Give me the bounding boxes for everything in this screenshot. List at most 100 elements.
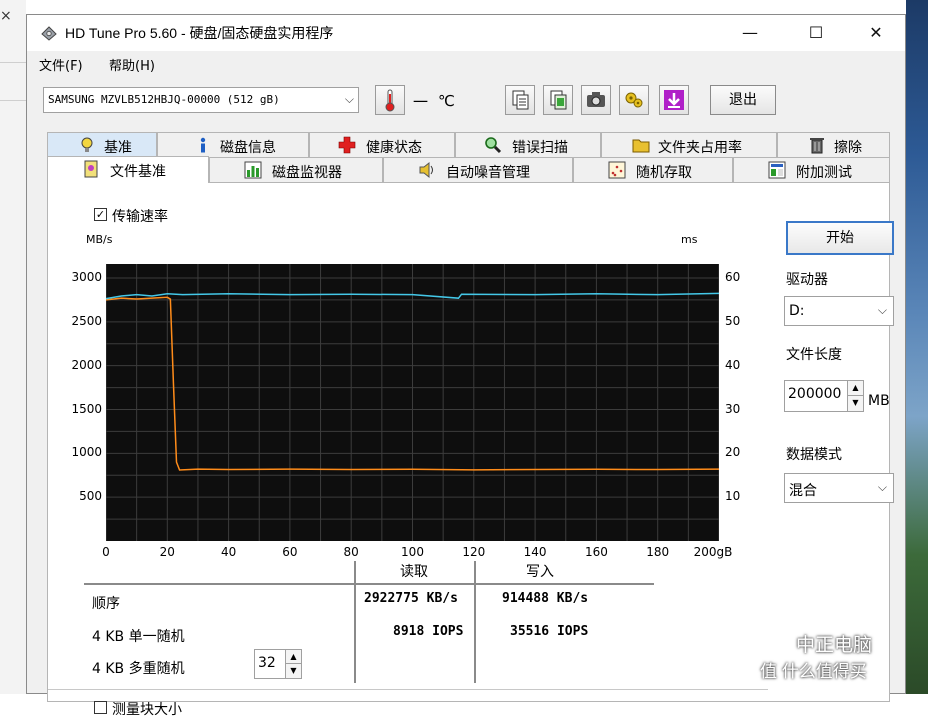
tab-label: 自动噪音管理 xyxy=(446,165,530,181)
svg-text:℃: ℃ xyxy=(438,92,455,109)
tab-label: 磁盘监视器 xyxy=(272,165,342,181)
file-length-label: 文件长度 xyxy=(786,347,842,363)
x-tick-label: 0 xyxy=(102,545,110,559)
4kb-single-read-value: 8918 IOPS xyxy=(393,624,464,639)
chart-svg xyxy=(105,264,720,541)
tab-disk-monitor[interactable]: 磁盘监视器 xyxy=(209,157,383,182)
options-button[interactable] xyxy=(619,85,649,115)
copy-screen-button[interactable] xyxy=(543,85,573,115)
drive-letter-select[interactable]: D: ⌵ xyxy=(784,296,894,326)
drive-letter-value: D: xyxy=(789,303,805,319)
start-button[interactable]: 开始 xyxy=(786,221,894,255)
screenshot-button[interactable] xyxy=(581,85,611,115)
temperature-value: 一 xyxy=(413,93,429,111)
tab-health[interactable]: 健康状态 xyxy=(309,132,455,157)
x-tick-label: 40 xyxy=(220,545,237,559)
x-tick-label: 180 xyxy=(646,545,670,559)
exit-button[interactable]: 退出 xyxy=(710,85,776,115)
divider xyxy=(48,689,768,690)
divider xyxy=(354,561,356,683)
copy-screen-icon xyxy=(550,90,567,110)
tab-extra-tests[interactable]: 附加测试 xyxy=(733,157,890,182)
tab-folder-usage[interactable]: 文件夹占用率 xyxy=(601,132,777,157)
save-download-icon xyxy=(664,90,684,110)
4kb-single-write-value: 35516 IOPS xyxy=(510,624,589,639)
transfer-rate-checkbox[interactable]: ✓ xyxy=(94,208,107,221)
y-right-tick-label: 40 xyxy=(725,357,741,372)
stepper-up-icon[interactable]: ▲ xyxy=(285,650,301,664)
title-bar: HD Tune Pro 5.60 - 硬盘/固态硬盘实用程序 — ☐ ✕ xyxy=(27,15,905,51)
stepper-down-icon[interactable]: ▼ xyxy=(847,396,863,411)
tab-label: 文件夹占用率 xyxy=(658,140,742,156)
lightbulb-icon xyxy=(81,137,93,152)
tab-error-scan[interactable]: 错误扫描 xyxy=(455,132,601,157)
sequential-write-value: 914488 KB/s xyxy=(502,591,589,606)
divider xyxy=(0,100,26,101)
y-left-unit: MB/s xyxy=(86,233,113,246)
tab-label: 擦除 xyxy=(834,140,862,156)
menu-help[interactable]: 帮助(H) xyxy=(109,55,155,74)
data-mode-select[interactable]: 混合 ⌵ xyxy=(784,473,894,503)
watermark: 中正电脑 值 什么值得买 xyxy=(760,630,872,682)
tab-disk-info[interactable]: 磁盘信息 xyxy=(157,132,309,157)
queue-depth-stepper[interactable]: 32 ▲ ▼ xyxy=(254,649,302,679)
bar-chart-icon xyxy=(244,161,262,179)
options-icon xyxy=(625,92,643,108)
x-tick-label: 140 xyxy=(523,545,547,559)
tab-noise-management[interactable]: 自动噪音管理 xyxy=(383,157,573,182)
tab-benchmark[interactable]: 基准 xyxy=(47,132,157,157)
x-tick-label: 80 xyxy=(343,545,359,559)
stepper-up-icon[interactable]: ▲ xyxy=(847,381,863,396)
folder-icon xyxy=(632,139,650,153)
chevron-down-icon: ⌵ xyxy=(877,303,887,317)
x-tick-label: 20 xyxy=(159,545,175,559)
block-size-checkbox[interactable] xyxy=(94,701,107,714)
tab-file-benchmark[interactable]: 文件基准 xyxy=(47,156,209,183)
chevron-down-icon: ⌵ xyxy=(344,92,354,106)
drive-select[interactable]: SAMSUNG MZVLB512HBJQ-00000 (512 gB) ⌵ xyxy=(43,87,359,113)
hdtune-window: HD Tune Pro 5.60 - 硬盘/固态硬盘实用程序 — ☐ ✕ 文件(… xyxy=(26,14,906,718)
chevron-down-icon: ⌵ xyxy=(877,480,887,494)
tab-random-access[interactable]: 随机存取 xyxy=(573,157,733,182)
sequential-read-value: 2922775 KB/s xyxy=(364,591,458,606)
file-benchmark-icon xyxy=(84,160,98,178)
y-right-tick-label: 60 xyxy=(725,270,741,284)
queue-depth-value: 32 xyxy=(258,655,276,671)
close-button[interactable]: ✕ xyxy=(853,15,899,51)
divider xyxy=(474,561,476,683)
copy-text-button[interactable] xyxy=(505,85,535,115)
drive-select-value: SAMSUNG MZVLB512HBJQ-00000 (512 gB) xyxy=(48,93,280,106)
desktop-wallpaper xyxy=(906,0,928,694)
maximize-button[interactable]: ☐ xyxy=(793,15,839,51)
x-tick-label: 160 xyxy=(584,545,608,559)
copy-text-icon xyxy=(512,90,529,110)
y-right-tick-label: 30 xyxy=(725,401,741,416)
tab-erase[interactable]: 擦除 xyxy=(777,132,890,157)
menu-file[interactable]: 文件(F) xyxy=(39,55,83,74)
file-length-value[interactable]: 200000 xyxy=(788,386,841,402)
window-title: HD Tune Pro 5.60 - 硬盘/固态硬盘实用程序 xyxy=(65,25,334,41)
file-length-stepper[interactable]: 200000 ▲ ▼ xyxy=(784,380,864,412)
minimize-button[interactable]: — xyxy=(727,15,773,51)
row-label-4kb-multi: 4 KB 多重随机 xyxy=(92,661,185,677)
close-icon: × xyxy=(0,8,12,24)
transfer-rate-chart xyxy=(105,264,720,541)
thermometer-button[interactable] xyxy=(375,85,405,115)
y-left-tick-label: 1500 xyxy=(71,401,102,416)
save-button[interactable] xyxy=(659,85,689,115)
toolbar: SAMSUNG MZVLB512HBJQ-00000 (512 gB) ⌵ 一 … xyxy=(27,77,905,123)
speaker-icon xyxy=(419,161,433,179)
x-tick-label: 200gB xyxy=(693,545,733,559)
hdtune-app-icon xyxy=(41,26,57,41)
file-benchmark-panel: ✓ 传输速率 MB/s ms 500 1000 1500 2000 2500 3000 10… xyxy=(47,182,894,718)
tab-label: 基准 xyxy=(104,140,132,156)
menu-bar: 文件(F) 帮助(H) xyxy=(27,51,905,75)
thermometer-icon xyxy=(385,89,395,112)
y-left-tick-label: 1000 xyxy=(71,445,102,460)
divider xyxy=(0,62,26,63)
y-left-tick-label: 500 xyxy=(79,489,102,504)
stepper-down-icon[interactable]: ▼ xyxy=(285,664,301,678)
health-cross-icon xyxy=(338,136,356,154)
tab-label: 附加测试 xyxy=(796,165,852,181)
tab-label: 磁盘信息 xyxy=(220,140,276,156)
